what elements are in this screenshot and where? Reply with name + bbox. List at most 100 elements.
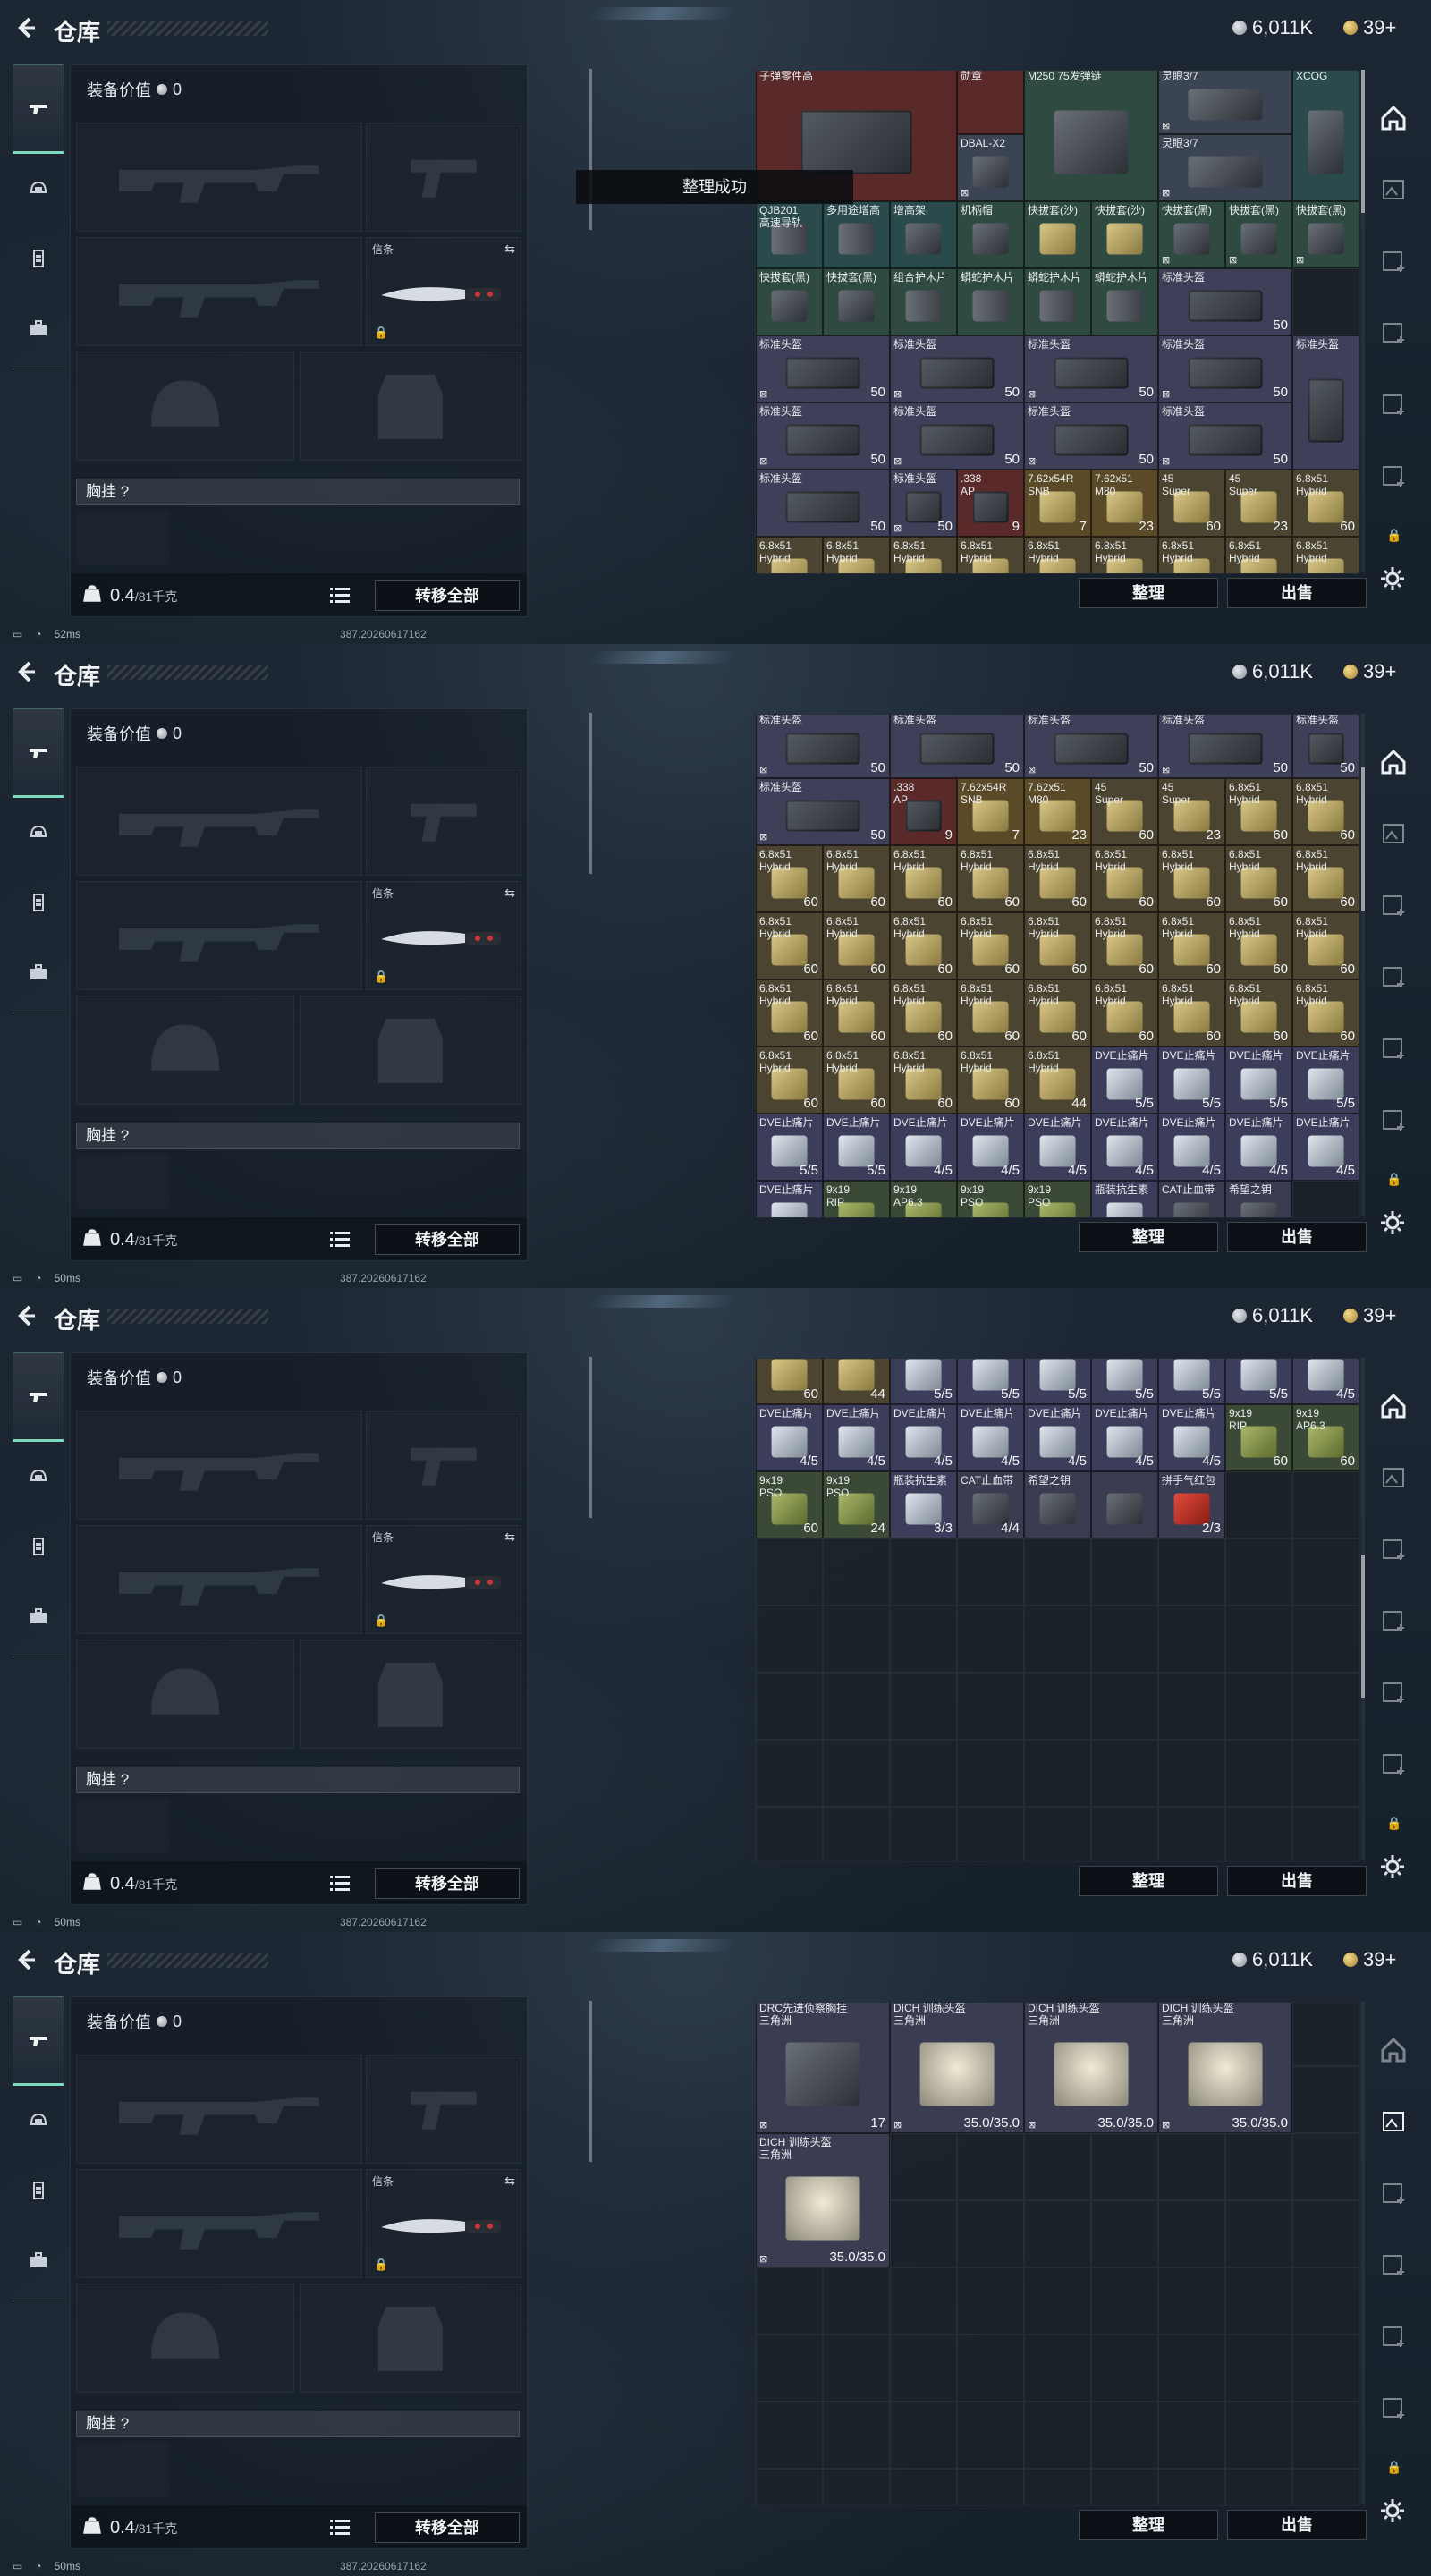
equipment-scrollbar[interactable] <box>589 69 592 230</box>
swap-icon[interactable]: ⇆ <box>504 886 515 901</box>
armor-slot[interactable] <box>300 352 521 461</box>
transfer-all-button[interactable]: 转移全部 <box>375 580 520 611</box>
rail-tab-5[interactable] <box>1372 1084 1415 1156</box>
rail-tab-3[interactable] <box>1372 941 1415 1013</box>
inventory-item[interactable]: 快拔套(沙) <box>1024 201 1091 268</box>
chest-rig-header[interactable]: 胸挂 ? <box>76 479 520 505</box>
secondary-weapon-slot[interactable] <box>76 2169 362 2278</box>
pistol-slot[interactable] <box>366 123 521 232</box>
rail-tab-2[interactable] <box>1372 1513 1415 1585</box>
nav-vest[interactable] <box>13 868 64 937</box>
inventory-item[interactable] <box>1091 1471 1158 1538</box>
inventory-scrollbar[interactable] <box>1361 1358 1365 1860</box>
swap-icon[interactable]: ⇆ <box>504 1530 515 1545</box>
equipment-scrollbar[interactable] <box>589 1357 592 1518</box>
back-icon[interactable] <box>14 1948 38 1971</box>
inventory-item[interactable]: 6.8x51 Hybrid 60 <box>1158 979 1225 1046</box>
inventory-item[interactable]: DVE止痛片4/5 <box>1091 1114 1158 1181</box>
inventory-item[interactable]: 7.62x51 M80 23 <box>1091 470 1158 537</box>
inventory-item[interactable]: DVE止痛片5/5 <box>1158 1046 1225 1114</box>
nav-weapons[interactable] <box>13 1352 64 1442</box>
scroll-thumb[interactable] <box>1361 1555 1365 1698</box>
sell-button[interactable]: 出售 <box>1227 1222 1367 1252</box>
nav-weapons[interactable] <box>13 1996 64 2086</box>
inventory-item[interactable]: 6.8x51 Hybrid 44 <box>1024 1046 1091 1114</box>
inventory-item[interactable]: 标准头盔 <box>1292 335 1359 470</box>
inventory-item[interactable]: 瓶装抗生素 3/3 <box>890 1471 957 1538</box>
inventory-item[interactable]: 标准头盔 ⊠ 50 <box>890 402 1024 470</box>
nav-weapons[interactable] <box>13 64 64 154</box>
inventory-item[interactable]: 6.8x51 Hybrid 60 <box>1024 845 1091 912</box>
secondary-weapon-slot[interactable] <box>76 1525 362 1634</box>
inventory-item[interactable]: 灵眼3/7 ⊠ <box>1158 134 1292 201</box>
rail-tab-4[interactable] <box>1372 1013 1415 1084</box>
rail-tab-2[interactable] <box>1372 2157 1415 2229</box>
sort-button[interactable]: 整理 <box>1079 2510 1218 2540</box>
inventory-item[interactable]: 6.8x51 Hybrid 60 <box>1158 845 1225 912</box>
back-icon[interactable] <box>14 16 38 39</box>
inventory-item[interactable]: DVE止痛片5/5 <box>957 1359 1024 1404</box>
inventory-item[interactable]: DVE止痛片5/5 <box>890 1359 957 1404</box>
inventory-item[interactable]: 快拔套(黑) ⊠ <box>1225 201 1292 268</box>
list-icon[interactable] <box>330 586 350 604</box>
inventory-item[interactable]: .338 AP 9 <box>890 778 957 845</box>
inventory-item[interactable]: DVE止痛片4/5 <box>823 1404 890 1471</box>
inventory-item[interactable]: 7.62x51 M80 23 <box>1024 778 1091 845</box>
sell-button[interactable]: 出售 <box>1227 2510 1367 2540</box>
inventory-item[interactable]: 6.8x51 Hybrid 60 <box>1225 778 1292 845</box>
chest-rig-slot[interactable] <box>76 1799 169 1852</box>
rail-tab-5[interactable] <box>1372 1728 1415 1800</box>
primary-weapon-slot[interactable] <box>76 2055 362 2164</box>
inventory-item[interactable]: 标准头盔 50 <box>890 715 1024 778</box>
nav-case[interactable] <box>13 2225 64 2295</box>
inventory-item[interactable]: 6.8x51 Hybrid 60 <box>823 979 890 1046</box>
equipment-scrollbar[interactable] <box>589 713 592 874</box>
rail-tab-4[interactable] <box>1372 2301 1415 2372</box>
nav-helmet[interactable] <box>13 798 64 868</box>
inventory-item[interactable]: 快拔套(黑) <box>823 268 890 335</box>
inventory-item[interactable]: 快拔套(黑) ⊠ <box>1292 201 1359 268</box>
melee-slot[interactable]: 信条 ⇆ 🔒 <box>366 2169 521 2278</box>
rail-tab-1[interactable] <box>1372 154 1415 225</box>
inventory-item[interactable]: DVE止痛片5/5 <box>1158 1359 1225 1404</box>
inventory-item[interactable]: DBAL-X2 ⊠ <box>957 134 1024 201</box>
helmet-slot[interactable] <box>76 1640 294 1749</box>
inventory-item[interactable]: 标准头盔 50 <box>1292 715 1359 778</box>
inventory-item[interactable]: 标准头盔 ⊠ 50 <box>1024 335 1158 402</box>
rail-tab-3[interactable] <box>1372 297 1415 369</box>
inventory-item[interactable]: 6.8x51 Hybrid 60 <box>890 845 957 912</box>
inventory-item[interactable]: DVE止痛片4/5 <box>756 1181 823 1217</box>
inventory-item[interactable]: 6.8x51 Hybrid 60 <box>1091 845 1158 912</box>
inventory-item[interactable]: 9x19 RIP 60 <box>1225 1404 1292 1471</box>
nav-helmet[interactable] <box>13 2086 64 2156</box>
inventory-item[interactable]: 蟒蛇护木片 <box>1024 268 1091 335</box>
inventory-item[interactable]: 9x19 AP6.3 60 <box>1292 1404 1359 1471</box>
inventory-item[interactable]: DVE止痛片5/5 <box>1024 1359 1091 1404</box>
inventory-item[interactable]: .338 AP 9 <box>957 470 1024 537</box>
inventory-item[interactable]: DVE止痛片4/5 <box>1292 1114 1359 1181</box>
chest-rig-header[interactable]: 胸挂 ? <box>76 2411 520 2437</box>
inventory-item[interactable]: 6.8x51 Hybrid 60 <box>1024 979 1091 1046</box>
inventory-item[interactable]: 标准头盔 50 <box>756 470 890 537</box>
inventory-item[interactable]: 标准头盔 ⊠ 50 <box>890 335 1024 402</box>
sell-button[interactable]: 出售 <box>1227 578 1367 608</box>
inventory-item[interactable]: 6.8x51 Hybrid 60 <box>756 845 823 912</box>
inventory-item[interactable]: 6.8x51 Hybrid 60 <box>1292 979 1359 1046</box>
chest-rig-slot[interactable] <box>76 2443 169 2496</box>
inventory-item[interactable]: 标准头盔 ⊠ 50 <box>756 335 890 402</box>
inventory-item[interactable]: 6.8x51 Hybrid 60 <box>957 1046 1024 1114</box>
inventory-item[interactable]: 6.8x51 Hybrid <box>1292 537 1359 573</box>
inventory-item[interactable]: CAT止血带 <box>1158 1181 1225 1217</box>
transfer-all-button[interactable]: 转移全部 <box>375 2512 520 2543</box>
inventory-item[interactable]: 希望之钥 <box>1225 1181 1292 1217</box>
helmet-slot[interactable] <box>76 2284 294 2393</box>
inventory-item[interactable]: 6.8x51 Hybrid 60 <box>1091 979 1158 1046</box>
chest-rig-slot[interactable] <box>76 511 169 564</box>
chest-rig-header[interactable]: 胸挂 ? <box>76 1767 520 1793</box>
pistol-slot[interactable] <box>366 2055 521 2164</box>
back-icon[interactable] <box>14 1304 38 1327</box>
nav-case[interactable] <box>13 293 64 363</box>
helmet-slot[interactable] <box>76 996 294 1105</box>
inventory-item[interactable]: 6.8x51 Hybrid 60 <box>1292 778 1359 845</box>
inventory-item[interactable]: 6.8x51 Hybrid 60 <box>957 912 1024 979</box>
